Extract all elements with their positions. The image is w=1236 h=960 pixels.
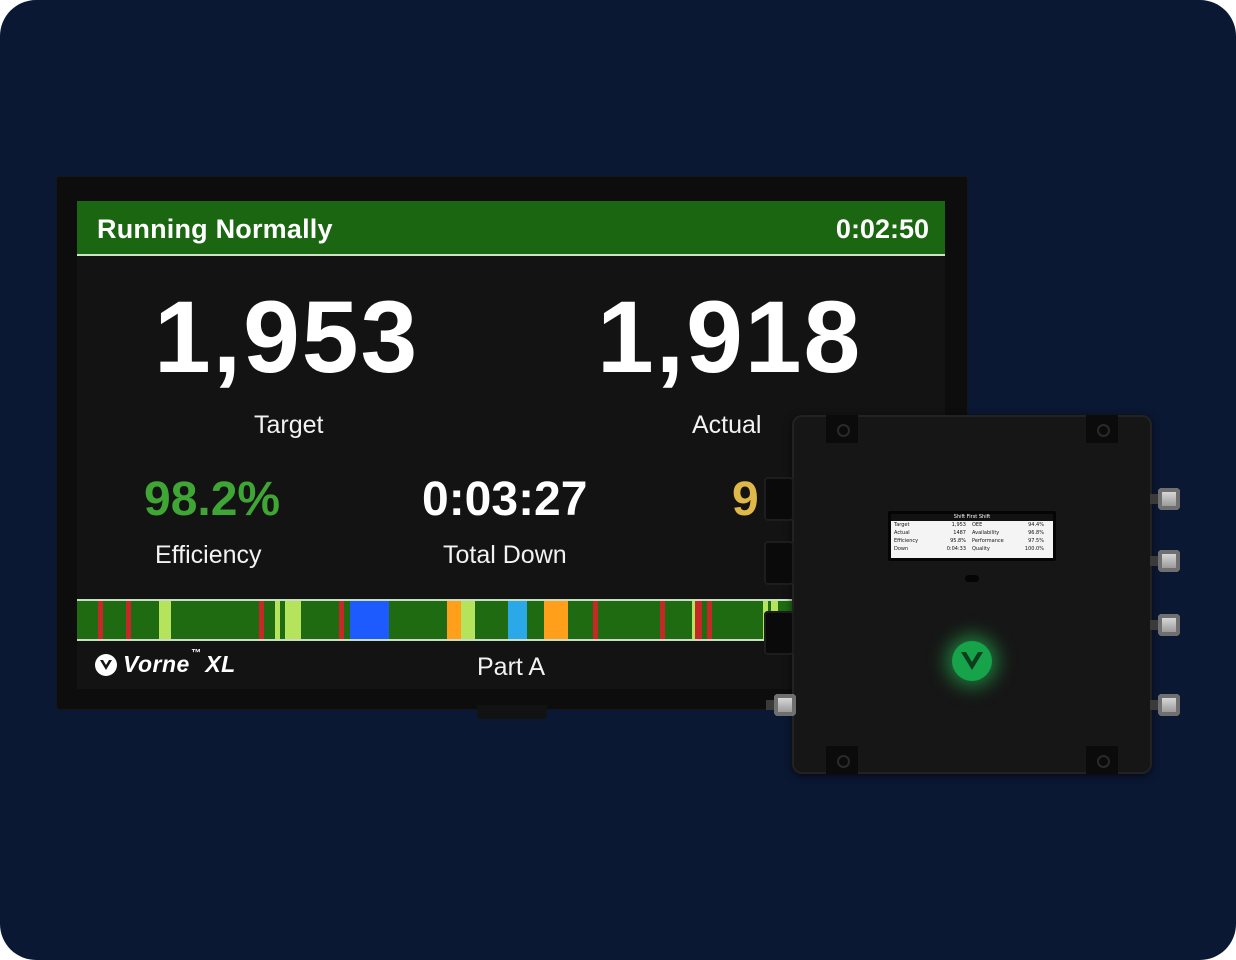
lcd-row: Target 1,953 OEE 94.4%	[894, 522, 1044, 528]
vorne-v-icon	[95, 653, 117, 676]
efficiency-label: Efficiency	[155, 541, 262, 569]
total-down-label: Total Down	[443, 541, 567, 569]
device-slot	[965, 575, 979, 582]
timeline-segment-lime	[274, 601, 281, 639]
lcd-row: Efficiency 95.8% Performance 97.5%	[894, 538, 1044, 544]
status-timer: 0:02:50	[835, 214, 929, 244]
vorne-device-box: Shift First Shift Target 1,953 OEE 94.4% Ac…	[764, 415, 1180, 774]
efficiency-value: 98.2%	[144, 473, 281, 526]
status-bar: Running Normally 0:02:50	[77, 201, 945, 256]
timeline-segment-cyan	[507, 601, 527, 639]
connector-port	[764, 477, 794, 521]
connector-port	[1150, 694, 1180, 716]
connector-port	[764, 611, 794, 655]
device-lcd: Shift First Shift Target 1,953 OEE 94.4% Ac…	[888, 511, 1056, 561]
vorne-glow-icon	[952, 641, 992, 681]
timeline-segment-red	[259, 601, 265, 639]
connector-port	[766, 694, 796, 716]
target-value: 1,953	[154, 280, 420, 394]
monitor-stand	[477, 705, 547, 719]
timeline-segment-red	[339, 601, 345, 639]
mount-corner	[1086, 415, 1118, 443]
timeline-segment-red	[592, 601, 598, 639]
timeline-segment-lime	[460, 601, 475, 639]
third-metric-value: 9	[732, 473, 759, 526]
brand-name: Vorne™ XL	[123, 648, 236, 677]
mount-corner	[826, 746, 858, 774]
vorne-logo: Vorne™ XL	[95, 648, 236, 678]
connector-port	[764, 541, 794, 585]
timeline-segment-orange	[543, 601, 569, 639]
target-label: Target	[254, 411, 324, 439]
timeline-segment-blue	[349, 601, 390, 639]
lcd-row: Actual 1487 Availability 96.8%	[894, 530, 1044, 536]
timeline-segment-red	[125, 601, 131, 639]
lcd-row: Down 0:04:33 Quality 100.0%	[894, 546, 1044, 552]
timeline-segment-lime	[285, 601, 301, 639]
lcd-header: Shift First Shift	[891, 514, 1053, 521]
timeline-segment-red	[97, 601, 104, 639]
status-text: Running Normally	[97, 214, 333, 244]
timeline-segment-red	[660, 601, 666, 639]
connector-port	[1150, 550, 1180, 572]
actual-value: 1,918	[597, 280, 863, 394]
actual-label: Actual	[692, 411, 762, 439]
total-down-value: 0:03:27	[422, 473, 588, 526]
connector-port	[1150, 488, 1180, 510]
background-card: Running Normally 0:02:50 1,953 Target 1,…	[0, 0, 1236, 960]
mount-corner	[1086, 746, 1118, 774]
part-label: Part A	[477, 653, 546, 681]
timeline-segment-red	[695, 601, 702, 639]
timeline-segment-orange	[446, 601, 461, 639]
mount-corner	[826, 415, 858, 443]
connector-port	[1150, 614, 1180, 636]
timeline-segment-lime	[158, 601, 171, 639]
timeline-segment-red	[707, 601, 713, 639]
